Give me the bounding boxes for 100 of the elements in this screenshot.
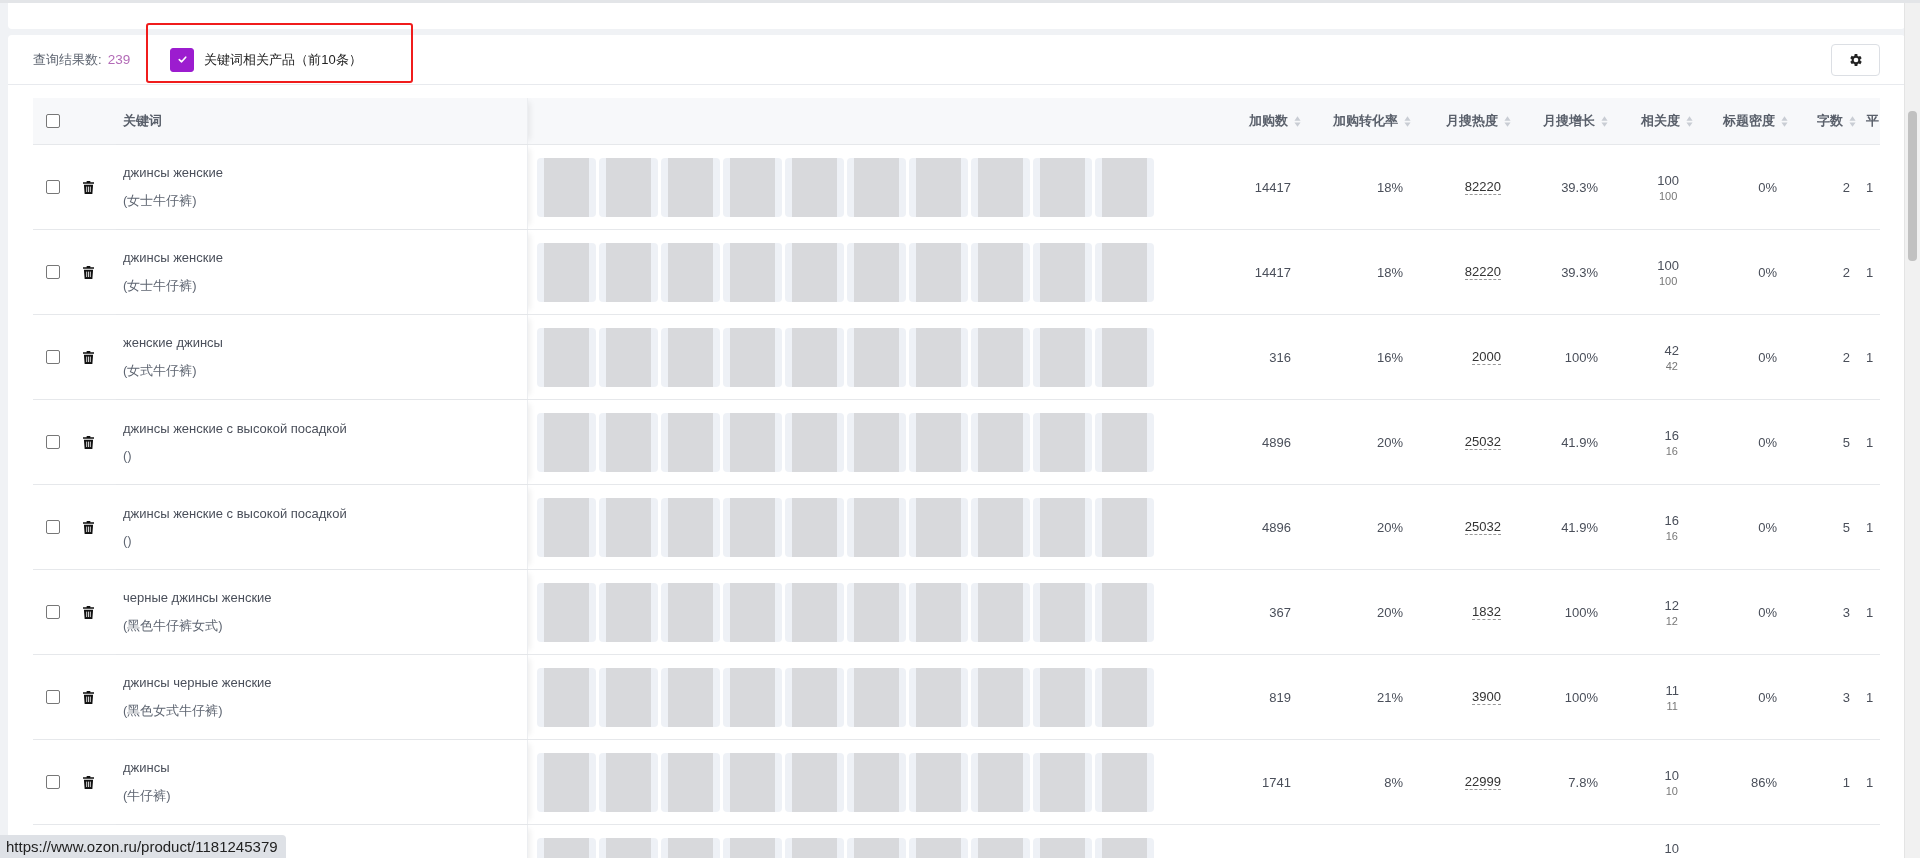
product-photo-placeholder[interactable] <box>909 327 968 387</box>
product-photo-placeholder[interactable] <box>971 412 1030 472</box>
product-photo-placeholder[interactable] <box>785 412 844 472</box>
product-photo-placeholder[interactable] <box>971 667 1030 727</box>
product-photo-placeholder[interactable] <box>971 157 1030 217</box>
product-photo-placeholder[interactable] <box>599 412 658 472</box>
column-header[interactable]: 标题密度 <box>1723 112 1775 130</box>
trash-icon[interactable] <box>83 520 94 534</box>
product-photo-placeholder[interactable] <box>599 667 658 727</box>
product-photo-placeholder[interactable] <box>537 327 596 387</box>
product-photo-placeholder[interactable] <box>971 582 1030 642</box>
product-photo-placeholder[interactable] <box>785 242 844 302</box>
search-volume-link[interactable]: 22999 <box>1464 774 1501 790</box>
product-photo-placeholder[interactable] <box>599 157 658 217</box>
search-volume-link[interactable]: 25032 <box>1464 519 1501 535</box>
product-photo-placeholder[interactable] <box>599 497 658 557</box>
product-photo-placeholder[interactable] <box>1095 497 1154 557</box>
product-photo-placeholder[interactable] <box>537 667 596 727</box>
sort-icon[interactable] <box>1781 114 1788 128</box>
column-header[interactable]: 月搜热度 <box>1446 112 1498 130</box>
trash-icon[interactable] <box>83 605 94 619</box>
product-photo-placeholder[interactable] <box>847 327 906 387</box>
product-photo-placeholder[interactable] <box>1095 582 1154 642</box>
product-photo-placeholder[interactable] <box>847 157 906 217</box>
row-checkbox[interactable] <box>45 520 60 534</box>
trash-icon[interactable] <box>83 435 94 449</box>
product-photo-placeholder[interactable] <box>909 667 968 727</box>
product-photo-placeholder[interactable] <box>785 497 844 557</box>
product-photo-placeholder[interactable] <box>1095 412 1154 472</box>
product-photo-placeholder[interactable] <box>1033 497 1092 557</box>
product-photo-placeholder[interactable] <box>661 242 720 302</box>
sort-icon[interactable] <box>1601 114 1608 128</box>
product-photo-placeholder[interactable] <box>847 412 906 472</box>
product-photo-placeholder[interactable] <box>723 667 782 727</box>
scrollbar[interactable] <box>1904 3 1920 858</box>
product-photo-placeholder[interactable] <box>537 157 596 217</box>
column-header[interactable]: 相关度 <box>1641 112 1680 130</box>
product-photo-placeholder[interactable] <box>661 667 720 727</box>
search-volume-link[interactable]: 82220 <box>1464 179 1501 195</box>
column-header[interactable]: 加购数 <box>1249 112 1288 130</box>
product-photo-placeholder[interactable] <box>599 242 658 302</box>
search-volume-link[interactable]: 1832 <box>1472 604 1501 620</box>
column-header[interactable]: 平 <box>1866 112 1879 130</box>
product-photo-placeholder[interactable] <box>723 157 782 217</box>
product-photo-placeholder[interactable] <box>723 327 782 387</box>
product-photo-placeholder[interactable] <box>785 752 844 812</box>
related-products-label[interactable]: 关键词相关产品（前10条） <box>204 50 362 69</box>
product-photo-placeholder[interactable] <box>785 667 844 727</box>
trash-icon[interactable] <box>83 690 94 704</box>
sort-icon[interactable] <box>1849 114 1856 128</box>
product-photo-placeholder[interactable] <box>723 412 782 472</box>
product-photo-placeholder[interactable] <box>909 582 968 642</box>
product-photo-placeholder[interactable] <box>599 327 658 387</box>
related-products-checkbox[interactable] <box>170 47 195 72</box>
product-photo-placeholder[interactable] <box>661 752 720 812</box>
product-photo-placeholder[interactable] <box>1095 752 1154 812</box>
product-photo-placeholder[interactable] <box>909 497 968 557</box>
product-photo-placeholder[interactable] <box>723 242 782 302</box>
product-photo-placeholder[interactable] <box>1033 582 1092 642</box>
product-photo-placeholder[interactable] <box>661 497 720 557</box>
row-checkbox[interactable] <box>45 350 60 364</box>
search-volume-link[interactable]: 25032 <box>1464 434 1501 450</box>
search-volume-link[interactable]: 2000 <box>1472 349 1501 365</box>
trash-icon[interactable] <box>83 180 94 194</box>
product-photo-placeholder[interactable] <box>909 412 968 472</box>
search-volume-link[interactable]: 3900 <box>1472 689 1501 705</box>
product-photo-placeholder[interactable] <box>909 242 968 302</box>
product-photo-placeholder[interactable] <box>847 582 906 642</box>
trash-icon[interactable] <box>83 775 94 789</box>
product-photo-placeholder[interactable] <box>847 497 906 557</box>
row-checkbox[interactable] <box>45 180 60 194</box>
sort-icon[interactable] <box>1504 114 1511 128</box>
product-photo-placeholder[interactable] <box>1033 752 1092 812</box>
column-header[interactable]: 月搜增长 <box>1543 112 1595 130</box>
trash-icon[interactable] <box>83 265 94 279</box>
product-photo-placeholder[interactable] <box>537 242 596 302</box>
sort-icon[interactable] <box>1686 114 1693 128</box>
row-checkbox[interactable] <box>45 775 60 789</box>
product-photo-placeholder[interactable] <box>785 582 844 642</box>
sort-icon[interactable] <box>1294 114 1301 128</box>
product-photo-placeholder[interactable] <box>909 752 968 812</box>
product-photo-placeholder[interactable] <box>971 497 1030 557</box>
product-photo-placeholder[interactable] <box>847 242 906 302</box>
product-photo-placeholder[interactable] <box>909 157 968 217</box>
product-photo-placeholder[interactable] <box>1095 327 1154 387</box>
product-photo-placeholder[interactable] <box>971 752 1030 812</box>
product-photo-placeholder[interactable] <box>537 412 596 472</box>
product-photo-placeholder[interactable] <box>661 412 720 472</box>
product-photo-placeholder[interactable] <box>537 582 596 642</box>
product-photo-placeholder[interactable] <box>971 242 1030 302</box>
product-photo-placeholder[interactable] <box>537 752 596 812</box>
product-photo-placeholder[interactable] <box>1095 157 1154 217</box>
product-photo-placeholder[interactable] <box>1033 412 1092 472</box>
product-photo-placeholder[interactable] <box>1033 157 1092 217</box>
product-photo-placeholder[interactable] <box>785 327 844 387</box>
product-photo-placeholder[interactable] <box>661 327 720 387</box>
sort-icon[interactable] <box>1404 114 1411 128</box>
product-photo-placeholder[interactable] <box>599 582 658 642</box>
trash-icon[interactable] <box>83 350 94 364</box>
column-header[interactable]: 加购转化率 <box>1333 112 1398 130</box>
